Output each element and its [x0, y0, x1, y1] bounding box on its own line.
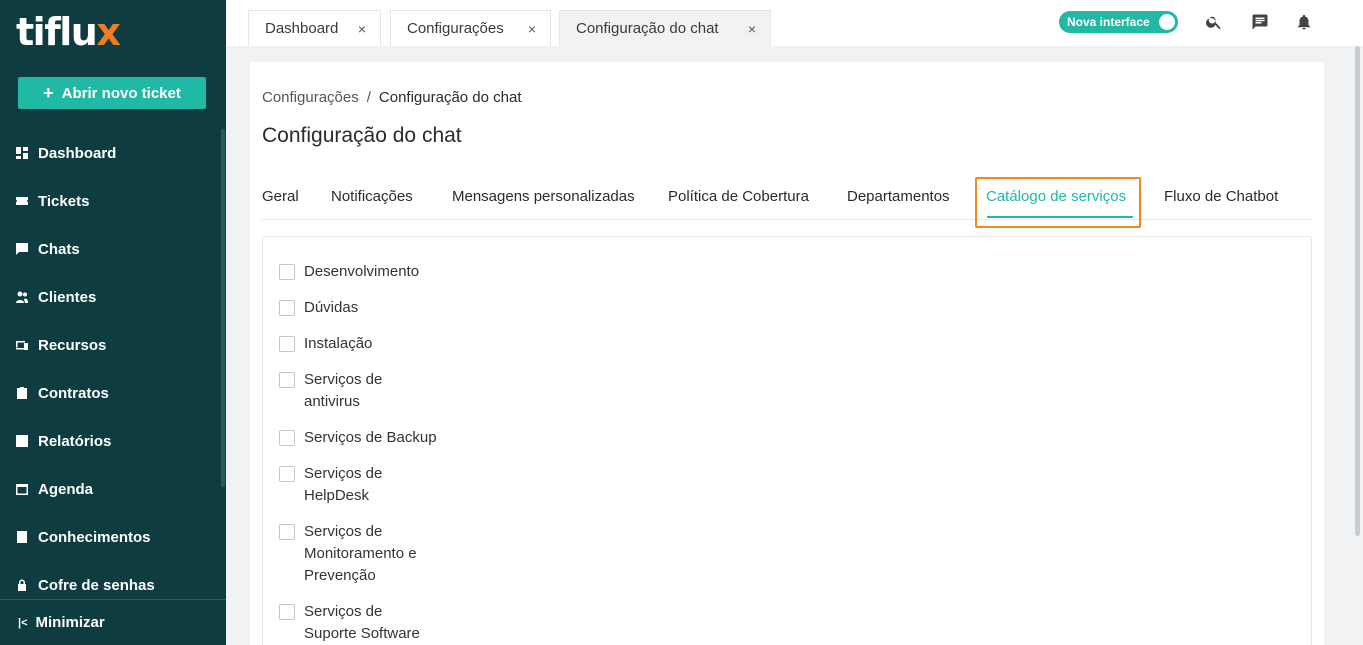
sidebar-item-dashboard[interactable]: Dashboard: [0, 129, 226, 177]
sidebar-item-label: Dashboard: [38, 144, 117, 162]
tab-geral[interactable]: Geral: [262, 188, 299, 205]
minimize-button[interactable]: |< Minimizar: [0, 599, 226, 645]
breadcrumb-parent[interactable]: Configurações: [262, 89, 359, 106]
sidebar-scrollbar[interactable]: [221, 129, 225, 487]
collapse-left-icon: |<: [18, 616, 28, 629]
sidebar-item-clientes[interactable]: Clientes: [0, 273, 226, 321]
service-option[interactable]: Serviços de HelpDesk: [279, 463, 399, 507]
plus-icon: +: [43, 83, 54, 103]
bell-icon[interactable]: [1294, 12, 1314, 32]
sidebar-item-relatorios[interactable]: Relatórios: [0, 417, 226, 465]
sidebar-item-label: Chats: [38, 240, 80, 258]
service-catalog-panel: Desenvolvimento Dúvidas Instalação Servi…: [262, 236, 1312, 645]
scrollbar-thumb[interactable]: [1355, 46, 1360, 536]
active-tab-underline: [987, 216, 1133, 218]
tab-label: Configurações: [407, 20, 504, 37]
config-tabs: Geral Notificações Mensagens personaliza…: [262, 177, 1312, 228]
sidebar-item-agenda[interactable]: Agenda: [0, 465, 226, 513]
sidebar-item-conhecimentos[interactable]: Conhecimentos: [0, 513, 226, 561]
ticket-icon: [16, 195, 28, 207]
service-option-label: Serviços de Monitoramento e Prevenção: [304, 523, 417, 584]
tab-configuracoes[interactable]: Configurações ×: [390, 10, 551, 46]
tab-politica-de-cobertura[interactable]: Política de Cobertura: [668, 188, 809, 205]
page-scrollbar[interactable]: [1353, 46, 1363, 645]
sidebar-item-label: Tickets: [38, 192, 90, 210]
sidebar-item-label: Contratos: [38, 384, 109, 402]
breadcrumb: Configurações / Configuração do chat: [262, 89, 522, 106]
checkbox[interactable]: [279, 466, 295, 482]
sidebar-item-label: Recursos: [38, 336, 107, 354]
service-option[interactable]: Serviços de Backup: [279, 427, 437, 449]
book-icon: [16, 531, 28, 543]
new-ticket-button[interactable]: + Abrir novo ticket: [18, 77, 206, 109]
sidebar-item-label: Conhecimentos: [38, 528, 151, 546]
sidebar-item-contratos[interactable]: Contratos: [0, 369, 226, 417]
checkbox[interactable]: [279, 300, 295, 316]
service-option[interactable]: Serviços de antivirus: [279, 369, 399, 413]
dashboard-icon: [16, 147, 28, 159]
page-title: Configuração do chat: [262, 124, 462, 147]
checkbox[interactable]: [279, 372, 295, 388]
tab-label: Configuração do chat: [576, 20, 719, 37]
topbar: Dashboard × Configurações × Configuração…: [226, 0, 1363, 46]
toggle-label: Nova interface: [1067, 15, 1150, 29]
tab-dashboard[interactable]: Dashboard ×: [248, 10, 381, 46]
service-option-label: Dúvidas: [304, 299, 359, 316]
close-icon[interactable]: ×: [748, 21, 756, 37]
toggle-knob: [1159, 14, 1175, 30]
service-option[interactable]: Dúvidas: [279, 297, 358, 319]
sidebar-item-label: Clientes: [38, 288, 97, 306]
checkbox[interactable]: [279, 264, 295, 280]
minimize-label: Minimizar: [35, 614, 105, 631]
service-option-label: Serviços de Backup: [304, 429, 437, 446]
main-content: Configurações / Configuração do chat Confi…: [250, 62, 1324, 645]
checkbox[interactable]: [279, 524, 295, 540]
sidebar-item-label: Relatórios: [38, 432, 112, 450]
tab-mensagens-personalizadas[interactable]: Mensagens personalizadas: [452, 188, 635, 205]
calendar-icon: [16, 483, 28, 495]
checkbox[interactable]: [279, 336, 295, 352]
service-option[interactable]: Instalação: [279, 333, 372, 355]
service-option[interactable]: Desenvolvimento: [279, 261, 419, 283]
close-icon[interactable]: ×: [358, 21, 366, 37]
clients-icon: [16, 291, 28, 303]
tab-configuracao-do-chat[interactable]: Configuração do chat ×: [559, 10, 771, 46]
new-ticket-label: Abrir novo ticket: [61, 84, 181, 102]
contract-icon: [16, 387, 28, 399]
sidebar-item-label: Agenda: [38, 480, 94, 498]
breadcrumb-separator: /: [366, 89, 371, 106]
sidebar-item-chats[interactable]: Chats: [0, 225, 226, 273]
tab-label: Dashboard: [265, 20, 339, 37]
new-interface-toggle[interactable]: Nova interface: [1059, 11, 1178, 33]
service-option-label: Serviços de antivirus: [304, 371, 383, 410]
sidebar-item-tickets[interactable]: Tickets: [0, 177, 226, 225]
devices-icon: [16, 339, 28, 351]
sidebar-nav: Dashboard Tickets Chats Clientes Recurso…: [0, 129, 226, 609]
sidebar: tiflux + Abrir novo ticket Dashboard Tic…: [0, 0, 226, 645]
search-icon[interactable]: [1204, 12, 1224, 32]
tiflux-logo[interactable]: tiflux: [16, 12, 121, 52]
checkbox[interactable]: [279, 604, 295, 620]
active-tab-highlight: [975, 177, 1141, 228]
service-option-label: Desenvolvimento: [304, 263, 420, 280]
tab-departamentos[interactable]: Departamentos: [847, 188, 950, 205]
tab-fluxo-de-chatbot[interactable]: Fluxo de Chatbot: [1164, 188, 1278, 205]
report-icon: [16, 435, 28, 447]
service-option-label: Serviços de HelpDesk: [304, 465, 383, 504]
service-option[interactable]: Serviços de Monitoramento e Prevenção: [279, 521, 429, 587]
sidebar-item-recursos[interactable]: Recursos: [0, 321, 226, 369]
breadcrumb-current: Configuração do chat: [378, 89, 522, 106]
service-option-label: Instalação: [304, 335, 373, 352]
chat-icon[interactable]: [1250, 12, 1270, 32]
tab-notificacoes[interactable]: Notificações: [331, 188, 413, 205]
checkbox[interactable]: [279, 430, 295, 446]
lock-icon: [16, 579, 28, 591]
close-icon[interactable]: ×: [528, 21, 536, 37]
service-option-label: Serviços de Suporte Software: [304, 603, 420, 642]
chat-icon: [16, 243, 28, 255]
service-option[interactable]: Serviços de Suporte Software: [279, 601, 429, 645]
sidebar-item-label: Cofre de senhas: [38, 576, 155, 594]
